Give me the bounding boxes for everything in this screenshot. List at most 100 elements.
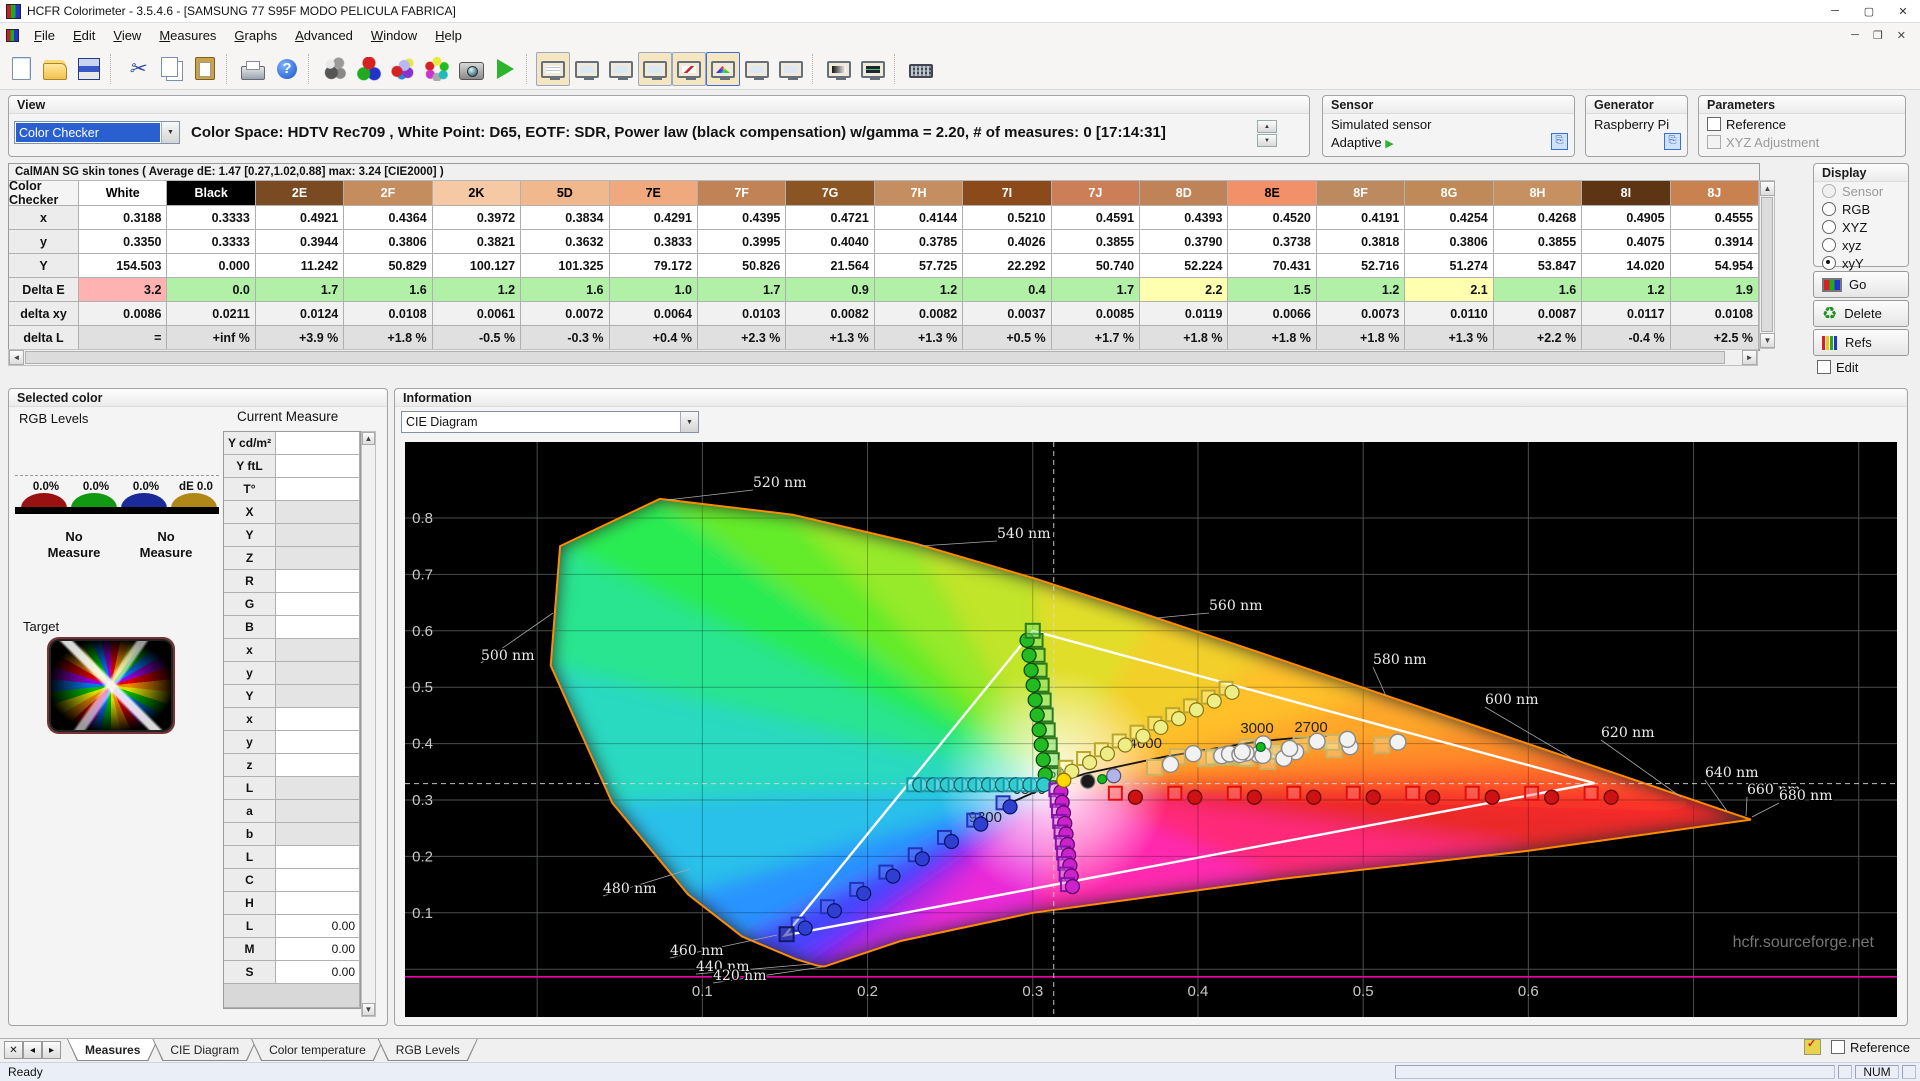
toolbar-cut-button[interactable]: ✂ — [120, 52, 154, 86]
checkbox-icon[interactable] — [1817, 360, 1831, 374]
column-header-7E[interactable]: 7E — [610, 181, 698, 206]
toolbar-mon-plain-button[interactable] — [774, 52, 808, 86]
maximize-button[interactable]: ▢ — [1852, 0, 1886, 22]
table-hscrollbar[interactable]: ◄ ► — [8, 349, 1758, 366]
menu-view[interactable]: View — [104, 24, 150, 47]
radio-icon[interactable] — [1822, 220, 1836, 234]
view-selector-dropdown[interactable]: Color Checker ▼ — [14, 121, 180, 144]
close-button[interactable]: ✕ — [1886, 0, 1920, 22]
notes-icon[interactable] — [1804, 1039, 1821, 1055]
menu-advanced[interactable]: Advanced — [286, 24, 362, 47]
toolbar-mon-cie-button[interactable] — [706, 52, 740, 86]
sensor-export-icon[interactable]: ⎘ — [1551, 133, 1568, 150]
toolbar-balls2-button[interactable] — [352, 52, 386, 86]
menu-edit[interactable]: Edit — [64, 24, 104, 47]
column-header-8H[interactable]: 8H — [1494, 181, 1582, 206]
column-header-7G[interactable]: 7G — [786, 181, 874, 206]
toolbar-mon-plain-button[interactable] — [604, 52, 638, 86]
menu-measures[interactable]: Measures — [150, 24, 225, 47]
toolbar-mon-plain-button[interactable] — [740, 52, 774, 86]
reference-toggle[interactable]: Reference — [1831, 1040, 1910, 1055]
toolbar-mon-plain-button[interactable] — [570, 52, 604, 86]
column-header-White[interactable]: White — [79, 181, 167, 206]
minimize-button[interactable]: ─ — [1818, 0, 1852, 22]
menu-file[interactable]: File — [25, 24, 64, 47]
column-header-2F[interactable]: 2F — [344, 181, 432, 206]
column-header-7F[interactable]: 7F — [698, 181, 786, 206]
column-header-Black[interactable]: Black — [167, 181, 255, 206]
toolbar-play-button[interactable] — [488, 52, 522, 86]
generator-export-icon[interactable]: ⎘ — [1664, 133, 1681, 150]
toolbar-save-button[interactable] — [72, 52, 106, 86]
column-header-8E[interactable]: 8E — [1228, 181, 1316, 206]
menu-graphs[interactable]: Graphs — [225, 24, 286, 47]
mdi-restore-button[interactable]: ❐ — [1873, 29, 1883, 42]
column-header-2E[interactable]: 2E — [256, 181, 344, 206]
tab-cie-diagram[interactable]: CIE Diagram — [152, 1039, 257, 1061]
toolbar-print-button[interactable] — [236, 52, 270, 86]
refs-button[interactable]: Refs — [1813, 329, 1909, 356]
toolbar-help-button[interactable]: ? — [270, 52, 304, 86]
information-selector-dropdown[interactable]: CIE Diagram ▼ — [401, 411, 699, 433]
toolbar-new-button[interactable] — [4, 52, 38, 86]
toolbar-balls3-button[interactable] — [386, 52, 420, 86]
svg-text:0.4: 0.4 — [412, 736, 433, 753]
display-option-RGB[interactable]: RGB — [1814, 200, 1908, 218]
chevron-down-icon[interactable]: ▼ — [680, 412, 698, 432]
table-vscrollbar[interactable]: ▲ ▼ — [1759, 180, 1775, 349]
toolbar-balls4-button[interactable] — [420, 52, 454, 86]
column-header-7I[interactable]: 7I — [963, 181, 1051, 206]
column-header-8F[interactable]: 8F — [1317, 181, 1405, 206]
menu-help[interactable]: Help — [426, 24, 471, 47]
column-header-8D[interactable]: 8D — [1140, 181, 1228, 206]
toolbar-kbd-button[interactable] — [904, 52, 938, 86]
toolbar-mon-curve-button[interactable] — [672, 52, 706, 86]
display-option-xyY[interactable]: xyY — [1814, 254, 1908, 272]
toolbar-balls1-button[interactable] — [318, 52, 352, 86]
reference-checkbox[interactable]: Reference — [1707, 117, 1786, 132]
go-button[interactable]: Go — [1813, 271, 1909, 298]
svg-text:420 nm: 420 nm — [713, 968, 766, 984]
toolbar-paste-button[interactable] — [188, 52, 222, 86]
cell-7G-dxy: 0.0082 — [786, 302, 874, 326]
radio-icon[interactable] — [1822, 256, 1836, 270]
radio-icon[interactable] — [1822, 238, 1836, 252]
document-icon — [6, 29, 19, 42]
mdi-close-button[interactable]: ✕ — [1897, 29, 1906, 42]
toolbar-mon-curves-button[interactable] — [638, 52, 672, 86]
delete-button[interactable]: ♻Delete — [1813, 300, 1909, 327]
toolbar-open-button[interactable] — [38, 52, 72, 86]
svg-text:hcfr.sourceforge.net: hcfr.sourceforge.net — [1733, 934, 1875, 951]
scroll-tabs-left-button[interactable]: ◂ — [23, 1041, 42, 1059]
toolbar-copy-button[interactable] — [154, 52, 188, 86]
toolbar-mon-gradient-button[interactable] — [822, 52, 856, 86]
radio-icon[interactable] — [1822, 202, 1836, 216]
column-header-8I[interactable]: 8I — [1582, 181, 1670, 206]
column-header-5D[interactable]: 5D — [521, 181, 609, 206]
cm-value-23: 0.00 — [276, 961, 360, 984]
tab-color-temperature[interactable]: Color temperature — [251, 1039, 384, 1061]
column-header-8G[interactable]: 8G — [1405, 181, 1493, 206]
menu-window[interactable]: Window — [362, 24, 426, 47]
column-header-7H[interactable]: 7H — [875, 181, 963, 206]
toolbar-camera-button[interactable] — [454, 52, 488, 86]
column-header-2K[interactable]: 2K — [433, 181, 521, 206]
checkbox-icon[interactable] — [1831, 1040, 1845, 1054]
close-view-button[interactable]: ✕ — [4, 1041, 23, 1059]
toolbar-mon-grid-button[interactable] — [536, 52, 570, 86]
tab-rgb-levels[interactable]: RGB Levels — [378, 1039, 478, 1061]
measure-spinner[interactable]: ▲▼ — [1257, 120, 1277, 147]
scroll-tabs-right-button[interactable]: ▸ — [42, 1041, 61, 1059]
chevron-down-icon[interactable]: ▼ — [161, 122, 179, 143]
column-header-8J[interactable]: 8J — [1671, 181, 1759, 206]
mdi-minimize-button[interactable]: ─ — [1851, 29, 1859, 42]
current-measure-scrollbar[interactable]: ▲ ▼ — [361, 431, 376, 1017]
tab-measures[interactable]: Measures — [67, 1039, 158, 1061]
edit-checkbox[interactable]: Edit — [1817, 360, 1858, 375]
toolbar-mon-wave-button[interactable] — [856, 52, 890, 86]
checkbox-icon[interactable] — [1707, 117, 1721, 131]
display-option-XYZ[interactable]: XYZ — [1814, 218, 1908, 236]
cell-7I-y: 0.4026 — [963, 230, 1051, 254]
column-header-7J[interactable]: 7J — [1052, 181, 1140, 206]
display-option-xyz[interactable]: xyz — [1814, 236, 1908, 254]
